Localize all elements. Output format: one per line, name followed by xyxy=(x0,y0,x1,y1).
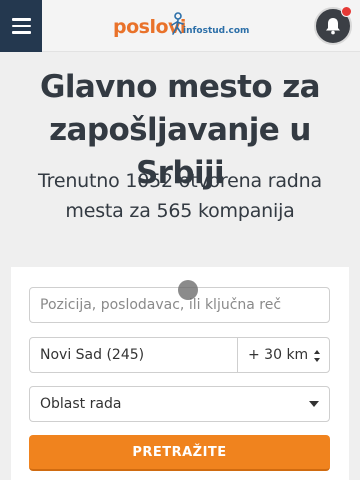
radius-value: + 30 km xyxy=(248,347,309,363)
site-logo[interactable]: poslovi infostud.com xyxy=(113,12,253,42)
search-submit-button[interactable]: PRETRAŽITE xyxy=(29,435,330,471)
job-area-value: Oblast rada xyxy=(40,396,122,412)
location-value: Novi Sad (245) xyxy=(40,347,145,363)
keyword-placeholder: Pozicija, poslodavac, ili ključna reč xyxy=(40,297,282,313)
notification-badge xyxy=(341,6,352,17)
hamburger-icon xyxy=(11,18,31,21)
logo-sub-text: infostud.com xyxy=(183,26,250,36)
radius-select[interactable]: + 30 km xyxy=(237,337,330,373)
updown-arrows-icon xyxy=(314,350,320,362)
job-area-select[interactable]: Oblast rada xyxy=(29,386,330,422)
menu-button[interactable] xyxy=(0,0,42,52)
search-form: Pozicija, poslodavac, ili ključna reč No… xyxy=(11,267,349,480)
touch-cursor-indicator xyxy=(178,280,198,300)
page-subtitle: Trenutno 1052 otvorena radna mesta za 56… xyxy=(38,170,322,222)
top-header: poslovi infostud.com xyxy=(0,0,360,52)
notifications-button[interactable] xyxy=(314,6,352,45)
location-select[interactable]: Novi Sad (245) xyxy=(29,337,238,373)
chevron-down-icon xyxy=(309,401,319,407)
bell-icon xyxy=(326,18,340,35)
